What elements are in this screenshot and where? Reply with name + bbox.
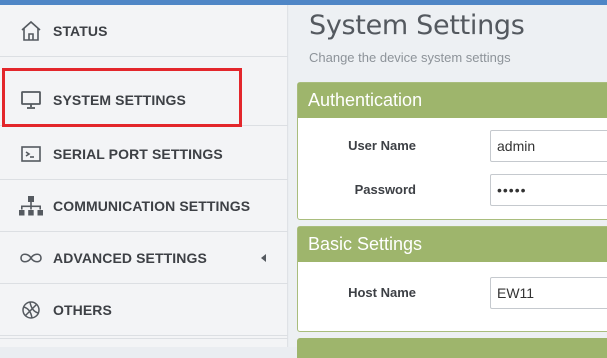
sidebar-item-label: SERIAL PORT SETTINGS <box>53 145 223 162</box>
authentication-panel: Authentication User Name Password ••••• <box>297 82 607 220</box>
sidebar-item-advanced-settings[interactable]: ADVANCED SETTINGS <box>0 232 288 284</box>
terminal-icon <box>16 141 46 167</box>
hostname-label: Host Name <box>348 285 416 300</box>
panel-header: Basic Settings <box>298 227 607 262</box>
sidebar-item-system-settings[interactable]: SYSTEM SETTINGS <box>0 74 288 126</box>
sidebar-item-others[interactable]: OTHERS <box>0 284 288 336</box>
sidebar-divider <box>0 338 288 347</box>
chevron-left-icon <box>261 253 266 262</box>
sidebar-item-serial-port-settings[interactable]: SERIAL PORT SETTINGS <box>0 128 288 180</box>
sidebar-item-label: OTHERS <box>53 301 112 318</box>
hostname-input[interactable] <box>490 277 607 309</box>
basketball-icon <box>16 297 46 323</box>
sidebar-item-status[interactable]: STATUS <box>0 5 288 57</box>
page-subtitle: Change the device system settings <box>309 50 511 65</box>
panel-header: Authentication <box>298 83 607 118</box>
sidebar-item-label: STATUS <box>53 22 108 39</box>
page-title: System Settings <box>309 10 525 41</box>
username-label: User Name <box>348 138 416 153</box>
sidebar-item-label: ADVANCED SETTINGS <box>53 249 207 266</box>
infinity-icon <box>16 245 46 271</box>
next-panel-header <box>297 338 607 358</box>
network-icon <box>16 193 46 219</box>
password-label: Password <box>354 182 416 197</box>
sidebar-item-communication-settings[interactable]: COMMUNICATION SETTINGS <box>0 180 288 232</box>
sidebar-item-label: SYSTEM SETTINGS <box>53 91 186 108</box>
sidebar: STATUS SYSTEM SETTINGS SERIAL PORT SETTI… <box>0 5 288 347</box>
password-input[interactable]: ••••• <box>490 174 607 206</box>
main-content: System Settings Change the device system… <box>289 5 607 358</box>
basic-settings-panel: Basic Settings Host Name <box>297 226 607 332</box>
home-icon <box>16 18 46 44</box>
sidebar-item-label: COMMUNICATION SETTINGS <box>53 197 251 214</box>
monitor-icon <box>16 87 46 113</box>
username-input[interactable] <box>490 130 607 162</box>
